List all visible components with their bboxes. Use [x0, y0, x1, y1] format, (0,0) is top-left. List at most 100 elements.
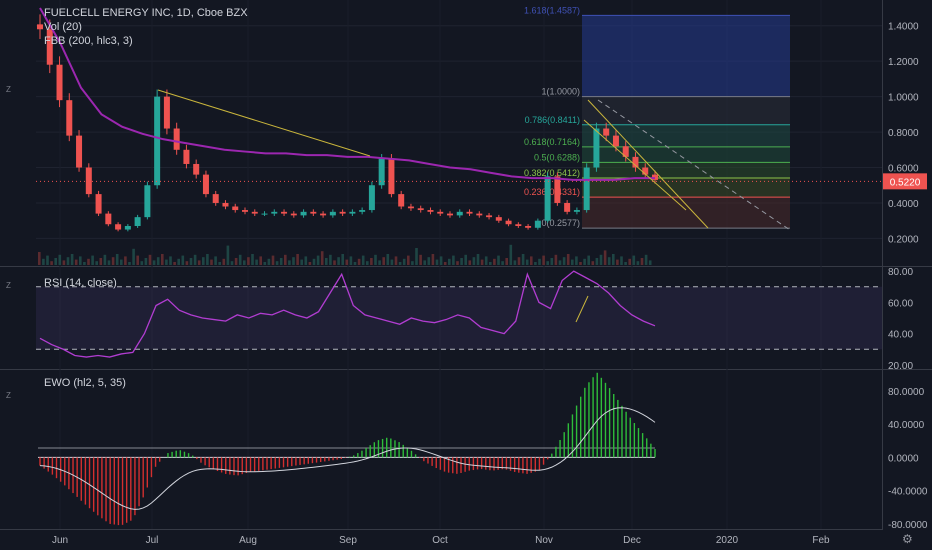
- volume-bar: [435, 259, 439, 265]
- volume-bar: [42, 258, 45, 265]
- volume-bar: [407, 255, 410, 265]
- volume-bar: [607, 257, 611, 265]
- candle-body: [573, 210, 580, 212]
- ewo-tick-label: 0.0000: [888, 453, 919, 464]
- volume-bar: [169, 256, 172, 265]
- volume-bar: [620, 256, 623, 265]
- candle-body: [583, 167, 590, 211]
- zoom-icon: Z: [6, 391, 11, 400]
- volume-bar: [411, 261, 414, 265]
- candle-body: [505, 220, 512, 225]
- candle-body: [105, 213, 112, 225]
- volume-bar: [464, 254, 467, 265]
- candle-body: [525, 226, 532, 228]
- volume-bar: [259, 256, 262, 265]
- volume-bar: [136, 255, 139, 265]
- volume-bar: [197, 260, 201, 265]
- volume-bar: [472, 257, 476, 265]
- candle-body: [251, 211, 258, 214]
- volume-bar: [308, 262, 312, 265]
- time-tick-label: Oct: [432, 535, 448, 546]
- volume-bar: [628, 258, 631, 265]
- volume-bar: [452, 255, 455, 265]
- chart-title: FUELCELL ENERGY INC, 1D, Cboe BZX: [44, 7, 248, 19]
- candle-body: [456, 211, 463, 216]
- volume-bar: [79, 256, 82, 265]
- volume-bar: [439, 256, 443, 265]
- volume-bar: [370, 258, 373, 265]
- volume-bar: [390, 259, 394, 265]
- volume-bar: [99, 258, 103, 265]
- rsi-band-fill: [36, 286, 882, 350]
- volume-bar: [558, 260, 562, 265]
- volume-bar: [509, 244, 513, 265]
- volume-bar: [427, 257, 431, 265]
- volume-bar: [644, 254, 648, 265]
- candle-body: [495, 217, 502, 221]
- zoom-icon: Z: [6, 281, 11, 290]
- candle-body: [95, 194, 102, 214]
- candle-body: [212, 194, 219, 203]
- volume-bar: [325, 258, 328, 265]
- candle-body: [56, 64, 63, 101]
- volume-bar: [616, 259, 619, 265]
- volume-bar: [562, 257, 566, 265]
- ewo-tick-label: 40.0000: [888, 420, 925, 431]
- volume-bar: [206, 254, 209, 265]
- volume-bar: [132, 248, 135, 265]
- time-tick-label: Feb: [812, 535, 830, 546]
- volume-bar: [554, 254, 558, 265]
- volume-bar: [193, 254, 197, 265]
- ewo-tick-label: 80.0000: [888, 387, 925, 398]
- volume-bar: [74, 259, 78, 265]
- candle-body: [603, 128, 610, 136]
- volume-bar: [329, 254, 332, 265]
- volume-bar: [95, 261, 98, 265]
- candle-body: [222, 202, 229, 207]
- trading-chart[interactable]: 1.4000 1.2000 1.0000 0.8000 0.6000 0.4000 0.20…: [0, 0, 932, 550]
- candle-body: [76, 135, 83, 168]
- volume-bar: [566, 254, 570, 265]
- time-tick-label: Nov: [535, 535, 553, 546]
- candle-body: [290, 213, 297, 216]
- candle-body: [398, 194, 405, 207]
- volume-bar: [517, 257, 521, 265]
- volume-bar: [271, 255, 275, 265]
- rsi-label: RSI (14, close): [44, 277, 117, 289]
- ewo-tick-label: -80.0000: [888, 520, 928, 531]
- candle-body: [359, 210, 366, 212]
- candle-body: [417, 208, 424, 211]
- fib-level-label: 1.618(1.4587): [524, 5, 580, 15]
- candle-body: [115, 224, 122, 230]
- volume-bar: [144, 258, 148, 265]
- candle-body: [144, 185, 151, 218]
- volume-bar: [152, 260, 156, 265]
- volume-bar: [378, 260, 381, 265]
- volume-bar: [38, 252, 41, 265]
- volume-bar: [460, 258, 463, 265]
- price-tick-label: 0.2000: [888, 234, 919, 245]
- candle-body: [163, 96, 170, 129]
- volume-bar: [341, 254, 344, 265]
- volume-bar: [595, 258, 599, 265]
- volume-bar: [534, 262, 537, 265]
- volume-bar: [333, 260, 336, 265]
- volume-bar: [226, 245, 230, 265]
- rsi-tick-label: 60.00: [888, 298, 913, 309]
- volume-bar: [284, 254, 287, 265]
- volume-bar: [91, 255, 94, 265]
- time-tick-label: Dec: [623, 535, 641, 546]
- volume-bar: [345, 259, 349, 265]
- volume-bar: [501, 261, 504, 265]
- candle-body: [388, 158, 395, 195]
- volume-bar: [550, 258, 554, 265]
- volume-bar: [87, 258, 90, 265]
- candle-body: [476, 213, 483, 216]
- volume-bar: [480, 259, 484, 265]
- rsi-tick-label: 40.00: [888, 330, 913, 341]
- volume-bar: [103, 254, 107, 265]
- volume-bar: [448, 258, 451, 265]
- volume-bar: [513, 260, 517, 265]
- candle-body: [427, 210, 434, 212]
- volume-bar: [111, 257, 115, 265]
